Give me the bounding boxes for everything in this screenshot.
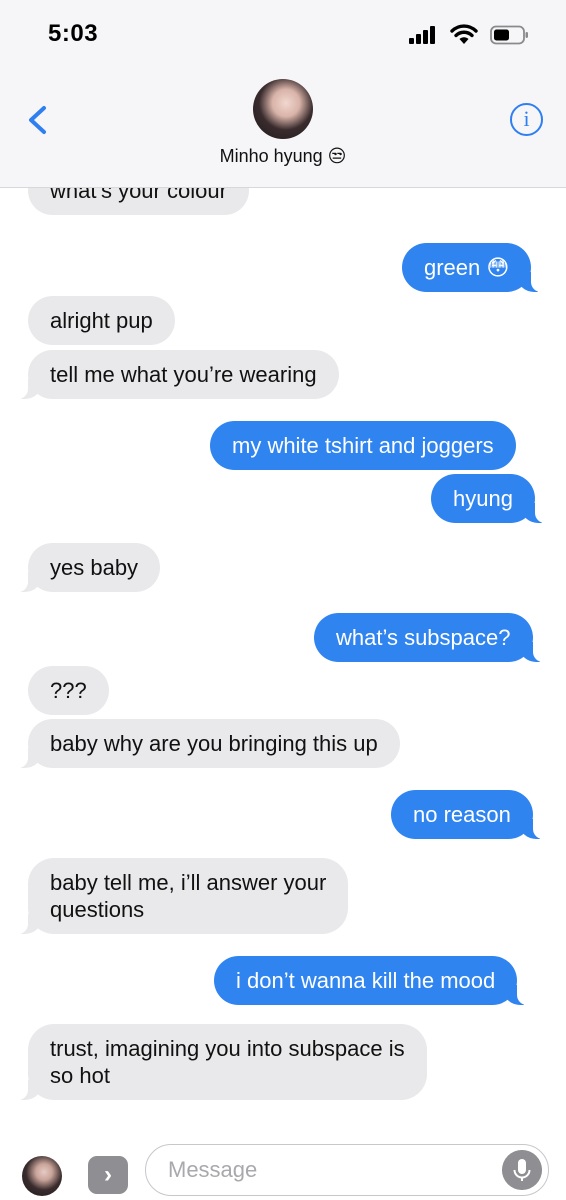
back-chevron-icon[interactable]: [22, 100, 52, 140]
battery-icon: [490, 25, 528, 45]
message-bubble-incoming[interactable]: ???: [28, 666, 109, 715]
message-bubble-outgoing[interactable]: hyung: [431, 474, 548, 523]
message-bubble-incoming[interactable]: what’s your colour: [28, 188, 249, 215]
contact-name[interactable]: Minho hyung 😒: [0, 146, 566, 167]
message-bubble-incoming[interactable]: yes baby: [14, 543, 161, 592]
message-bubble-incoming[interactable]: alright pup: [28, 296, 175, 345]
message-bubble-incoming[interactable]: trust, imagining you into subspace is so…: [15, 1024, 427, 1100]
wifi-icon: [450, 24, 478, 44]
signal-icon: [409, 26, 439, 44]
status-time: 5:03: [48, 20, 99, 47]
message-bubble-incoming[interactable]: baby tell me, i’ll answer your questions: [14, 858, 349, 934]
message-bubble-outgoing[interactable]: green 😳: [402, 243, 545, 292]
message-placeholder: Message: [168, 1157, 258, 1182]
input-bar: › Message: [0, 1136, 566, 1200]
message-input[interactable]: Message: [145, 1144, 549, 1196]
status-bar: 5:03: [0, 0, 566, 70]
apps-chevron-icon[interactable]: ›: [88, 1156, 128, 1194]
message-bubble-incoming[interactable]: tell me what you’re wearing: [15, 350, 339, 399]
message-bubble-outgoing[interactable]: i don’t wanna kill the mood: [214, 956, 531, 1005]
user-avatar[interactable]: [22, 1156, 62, 1196]
message-bubble-outgoing[interactable]: what’s subspace?: [314, 613, 545, 662]
message-bubble-incoming[interactable]: baby why are you bringing this up: [15, 719, 400, 768]
contact-avatar[interactable]: [253, 79, 313, 139]
info-icon[interactable]: i: [510, 103, 543, 136]
message-list: what’s your colour green 😳 alright pup t…: [0, 188, 566, 1136]
conversation-header: Minho hyung 😒 i: [0, 70, 566, 188]
message-bubble-outgoing[interactable]: no reason: [391, 790, 546, 839]
message-bubble-outgoing[interactable]: my white tshirt and joggers: [210, 421, 516, 470]
microphone-icon[interactable]: [502, 1150, 542, 1190]
